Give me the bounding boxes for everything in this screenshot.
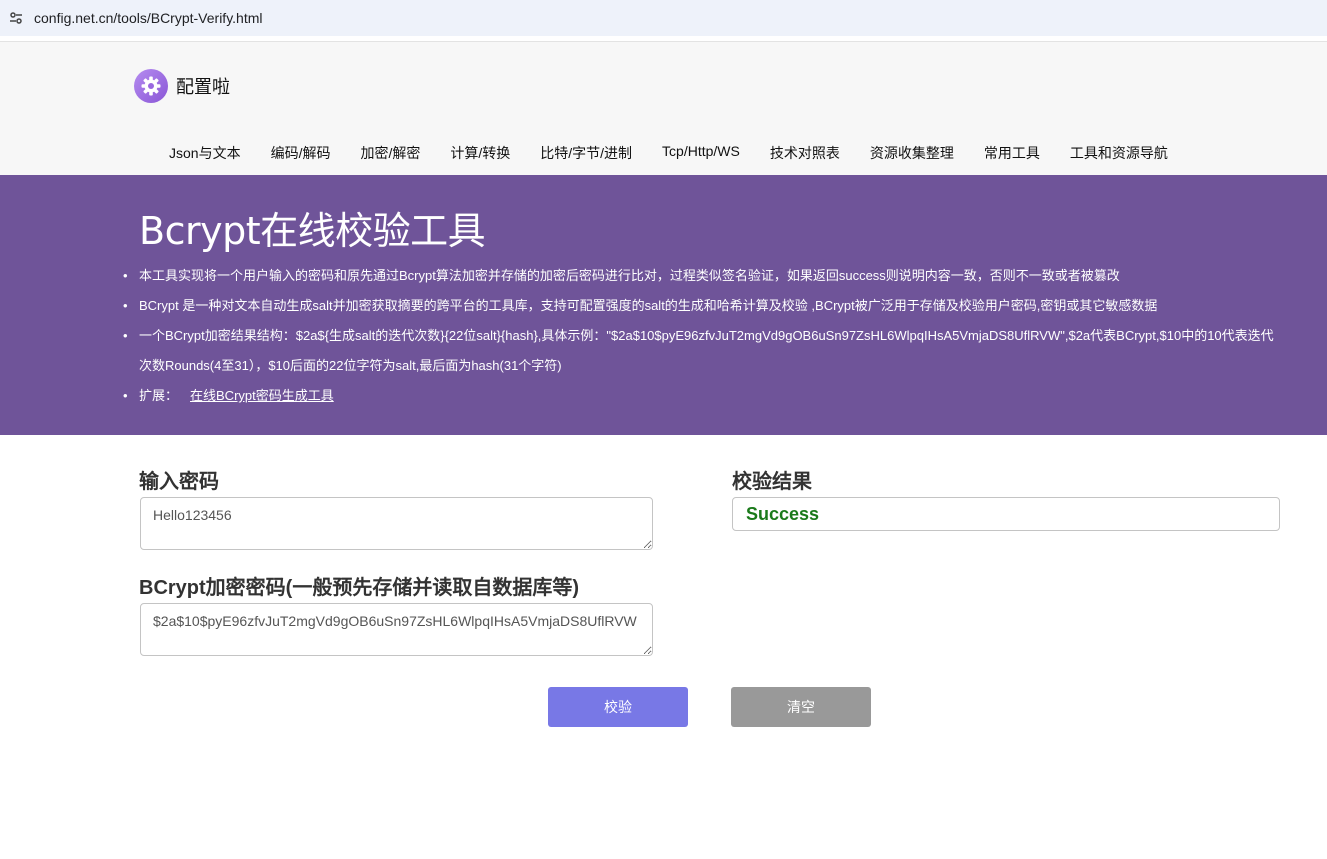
bcrypt-generator-link[interactable]: 在线BCrypt密码生成工具 xyxy=(190,388,334,403)
password-label: 输入密码 xyxy=(139,471,219,493)
address-bar[interactable]: config.net.cn/tools/BCrypt-Verify.html xyxy=(0,0,1327,36)
main-nav: Json与文本 编码/解码 加密/解密 计算/转换 比特/字节/进制 Tcp/H… xyxy=(154,143,1183,163)
nav-item-encrypt-decrypt[interactable]: 加密/解密 xyxy=(345,143,435,163)
verify-form: 输入密码 Hello123456 BCrypt加密密码(一般预先存储并读取自数据… xyxy=(0,435,1327,859)
nav-item-common-tools[interactable]: 常用工具 xyxy=(969,143,1055,163)
verify-button[interactable]: 校验 xyxy=(548,687,688,727)
description-list: 本工具实现将一个用户输入的密码和原先通过Bcrypt算法加密并存储的加密后密码进… xyxy=(0,261,1327,411)
nav-item-tcp-http-ws[interactable]: Tcp/Http/WS xyxy=(647,143,755,163)
description-item: 一个BCrypt加密结果结构：$2a${生成salt的迭代次数}{22位salt… xyxy=(123,321,1327,381)
hash-label: BCrypt加密密码(一般预先存储并读取自数据库等) xyxy=(139,577,579,599)
logo[interactable]: 配置啦 xyxy=(134,69,230,103)
clear-button[interactable]: 清空 xyxy=(731,687,871,727)
nav-item-bit-byte-radix[interactable]: 比特/字节/进制 xyxy=(525,143,647,163)
description-item-extend: 扩展： 在线BCrypt密码生成工具 xyxy=(123,381,1327,411)
nav-item-encode-decode[interactable]: 编码/解码 xyxy=(256,143,346,163)
nav-item-tool-navigation[interactable]: 工具和资源导航 xyxy=(1055,143,1183,163)
result-output: Success xyxy=(732,497,1280,531)
nav-item-tech-reference[interactable]: 技术对照表 xyxy=(755,143,855,163)
hero-banner: Bcrypt在线校验工具 本工具实现将一个用户输入的密码和原先通过Bcrypt算… xyxy=(0,175,1327,435)
description-item: BCrypt 是一种对文本自动生成salt并加密获取摘要的跨平台的工具库，支持可… xyxy=(123,291,1327,321)
logo-text: 配置啦 xyxy=(176,77,230,97)
extend-label: 扩展： xyxy=(139,388,179,403)
description-item: 本工具实现将一个用户输入的密码和原先通过Bcrypt算法加密并存储的加密后密码进… xyxy=(123,261,1327,291)
tune-icon[interactable] xyxy=(8,10,24,26)
result-label: 校验结果 xyxy=(732,471,812,493)
hash-input[interactable]: $2a$10$pyE96zfvJuT2mgVd9gOB6uSn97ZsHL6Wl… xyxy=(140,603,653,656)
nav-item-resources[interactable]: 资源收集整理 xyxy=(855,143,969,163)
nav-item-json[interactable]: Json与文本 xyxy=(154,143,256,163)
password-input[interactable]: Hello123456 xyxy=(140,497,653,550)
site-header: 配置啦 Json与文本 编码/解码 加密/解密 计算/转换 比特/字节/进制 T… xyxy=(0,42,1327,175)
url-text: config.net.cn/tools/BCrypt-Verify.html xyxy=(34,10,263,26)
page-title: Bcrypt在线校验工具 xyxy=(139,209,486,253)
gear-icon xyxy=(134,69,168,103)
nav-item-calculate-convert[interactable]: 计算/转换 xyxy=(435,143,525,163)
